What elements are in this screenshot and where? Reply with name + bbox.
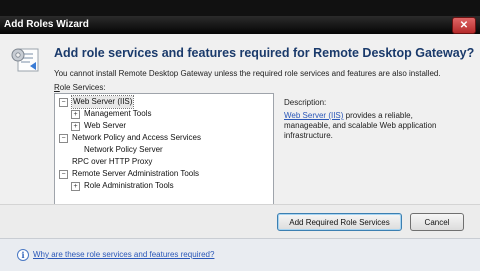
role-services-tree[interactable]: − Web Server (IIS) + Management Tools + … [54,93,274,209]
tree-node-label[interactable]: Network Policy Server [84,144,163,156]
wizard-icon [11,48,39,72]
info-icon: i [17,249,29,261]
tree-node-label[interactable]: Management Tools [84,108,151,120]
window-title: Add Roles Wizard [4,19,89,30]
expand-toggle[interactable]: + [71,110,80,119]
tree-node-label[interactable]: Web Server [84,120,126,132]
dialog-heading: Add role services and features required … [54,46,475,60]
add-required-role-services-button[interactable]: Add Required Role Services [277,213,402,231]
role-services-label-rest: ole Services: [59,83,106,92]
requirement-message: You cannot install Remote Desktop Gatewa… [54,69,441,78]
close-button[interactable]: ✕ [452,17,476,34]
description-text: Web Server (IIS) provides a reliable, ma… [284,111,459,141]
expand-toggle[interactable]: + [71,182,80,191]
add-roles-wizard-dialog: Add Roles Wizard ✕ Add role services and… [0,16,480,271]
tree-node-label[interactable]: RPC over HTTP Proxy [72,156,152,168]
description-link[interactable]: Web Server (IIS) [284,111,343,120]
help-link[interactable]: Why are these role services and features… [33,250,214,259]
role-services-label: Role Services: [54,83,106,92]
cancel-button[interactable]: Cancel [410,213,464,231]
collapse-toggle[interactable]: − [59,98,68,107]
description-label: Description: [284,98,327,107]
button-area: Add Required Role Services Cancel [0,204,480,239]
title-bar[interactable]: Add Roles Wizard ✕ [0,16,480,34]
collapse-toggle[interactable]: − [59,134,68,143]
tree-node-label[interactable]: Role Administration Tools [84,180,174,192]
expand-toggle[interactable]: + [71,122,80,131]
footer-bar: i Why are these role services and featur… [0,238,480,271]
background-strip [0,0,480,16]
tree-node-label[interactable]: Remote Server Administration Tools [72,168,199,180]
collapse-toggle[interactable]: − [59,170,68,179]
tree-node-label[interactable]: Web Server (IIS) [70,95,135,109]
tree-node-label[interactable]: Network Policy and Access Services [72,132,201,144]
